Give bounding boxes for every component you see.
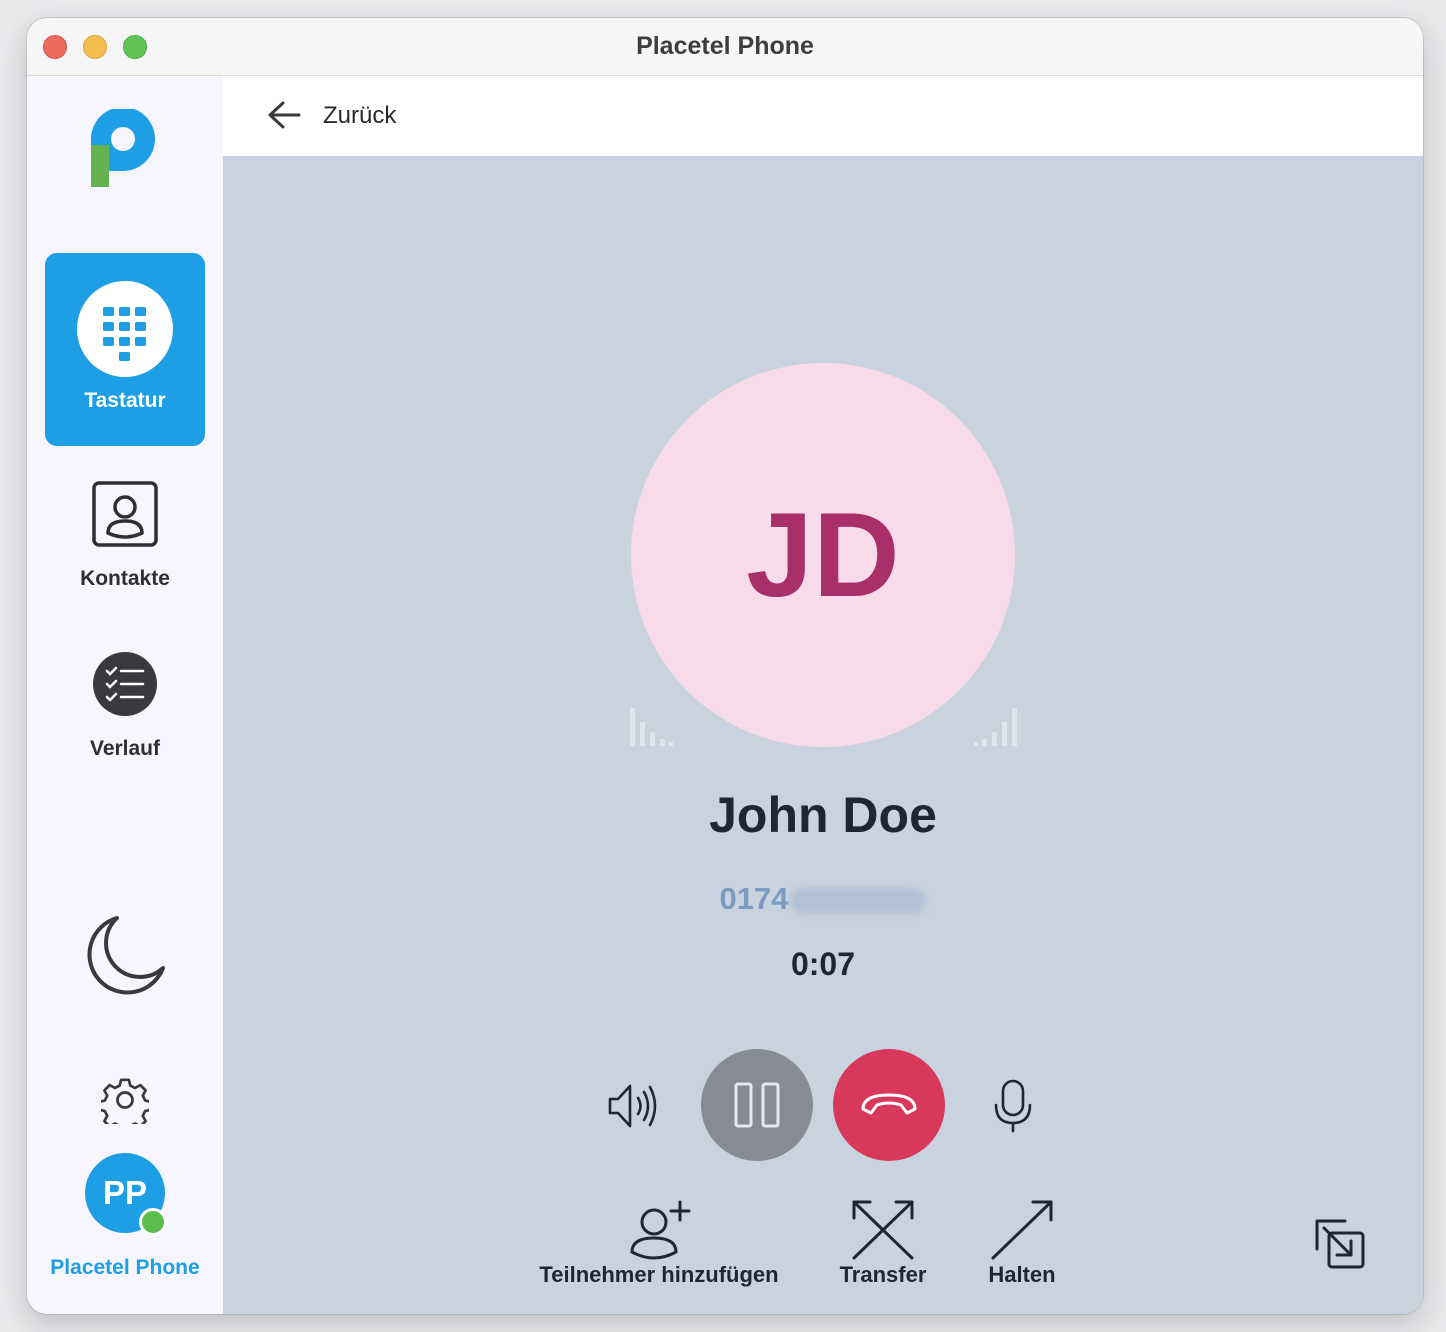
microphone-icon[interactable] (993, 1079, 1033, 1133)
top-bar: Zurück (223, 76, 1423, 156)
transfer-icon (852, 1200, 914, 1260)
sidebar-item-verlauf[interactable]: Verlauf (45, 651, 205, 771)
dialpad-icon (77, 281, 173, 377)
contact-number-visible: 0174 (719, 881, 789, 916)
redacted-number (790, 887, 927, 914)
contact-name: John Doe (709, 787, 937, 843)
app-window: Placetel Phone Tastatur Kontakte Verlauf… (27, 18, 1423, 1314)
moon-icon[interactable] (83, 914, 167, 998)
window-title: Placetel Phone (636, 32, 814, 60)
audio-level-right-icon (974, 708, 1017, 746)
gear-icon[interactable] (101, 1076, 149, 1124)
collapse-window-icon[interactable] (1315, 1219, 1365, 1269)
hold-button[interactable]: Halten (967, 1198, 1077, 1288)
audio-level-left-icon (630, 708, 673, 746)
contact-number: 0174 (223, 881, 1423, 917)
speaker-icon[interactable] (607, 1081, 659, 1131)
title-bar: Placetel Phone (27, 18, 1423, 76)
pause-button[interactable] (701, 1049, 813, 1161)
sidebar-item-label: Verlauf (89, 737, 161, 760)
add-participant-label: Teilnehmer hinzufügen (539, 1262, 779, 1287)
sidebar-item-kontakte[interactable]: Kontakte (45, 481, 205, 601)
hangup-button[interactable] (833, 1049, 945, 1161)
contact-avatar: JD (631, 363, 1015, 747)
sidebar-item-tastatur[interactable]: Tastatur (45, 253, 205, 446)
contacts-icon (92, 481, 158, 547)
arrow-up-right-icon (991, 1200, 1053, 1260)
user-name: Placetel Phone (50, 1256, 200, 1279)
phone-hangup-icon (861, 1093, 917, 1115)
back-label: Zurück (323, 102, 397, 129)
sidebar: Tastatur Kontakte Verlauf PP Placetel Ph… (27, 76, 223, 1314)
pause-icon (734, 1082, 780, 1128)
hold-label: Halten (988, 1262, 1056, 1287)
call-timer: 0:07 (790, 946, 856, 982)
add-participant-button[interactable]: Teilnehmer hinzufügen (537, 1198, 781, 1288)
online-status-indicator (139, 1208, 167, 1236)
sidebar-item-label: Tastatur (84, 389, 166, 412)
add-user-icon (630, 1200, 691, 1260)
placetel-logo (91, 109, 155, 187)
call-screen: JD John Doe 0174 0:07 Teilnehmer hinzufü… (223, 156, 1423, 1314)
arrow-left-icon (268, 101, 301, 129)
history-icon (93, 652, 157, 716)
transfer-button[interactable]: Transfer (828, 1198, 938, 1288)
sidebar-item-label: Kontakte (80, 567, 170, 590)
transfer-label: Transfer (839, 1262, 927, 1287)
